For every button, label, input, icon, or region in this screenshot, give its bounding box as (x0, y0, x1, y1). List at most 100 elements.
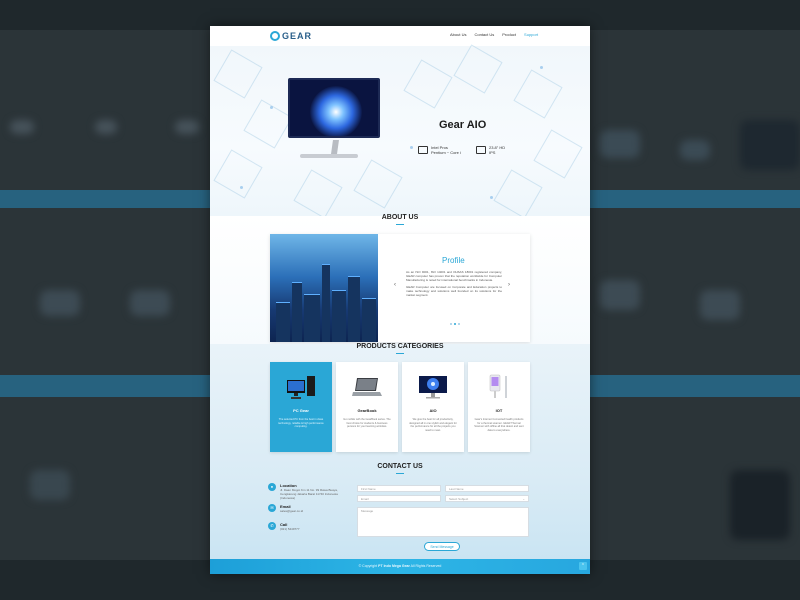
products-underline (396, 353, 404, 354)
desktop-pc-icon (287, 376, 315, 399)
first-name-field[interactable]: First Name (357, 485, 441, 492)
profile-paragraph-1: As an ISO 9001, ISO 14001 and OHSAS 1800… (406, 270, 502, 282)
dot-decoration (240, 186, 243, 189)
contact-value[interactable]: (021) 5449777 (280, 527, 344, 531)
copyright-suffix: All Rights Reserved (410, 564, 442, 568)
location-icon: ● (268, 483, 276, 491)
contact-location: ● Location Jl. Daan Mogot Km 11 No. 99 R… (268, 483, 344, 500)
contact-email: ✉ Email sales@gear.co.id (268, 504, 344, 513)
monitor-icon (476, 146, 486, 154)
spec-display: 23.8" HD IPS (476, 145, 505, 155)
monitor-base (300, 154, 358, 158)
subject-select-value: Select Subject (449, 497, 469, 501)
nav-item-support[interactable]: Support (524, 32, 538, 37)
screen-glow (310, 86, 362, 136)
profile-paragraph-2: GEAR Computer are focused on Corporate a… (406, 285, 502, 297)
monitor-stand (331, 140, 339, 154)
building (348, 276, 360, 342)
nav-item-contact[interactable]: Contact Us (474, 32, 494, 37)
contact-value: Jl. Daan Mogot Km 11 No. 99 Rawa Buaya, … (280, 488, 338, 500)
hexagon-decoration (513, 69, 563, 119)
product-desc: The selected PC from the best in class t… (278, 418, 324, 429)
profile-card: ‹ › Profile As an ISO 9001, ISO 14001 an… (270, 234, 530, 342)
logo-text: GEAR (282, 31, 313, 41)
dot-decoration (270, 106, 273, 109)
product-name: AIO (429, 408, 437, 413)
profile-text: As an ISO 9001, ISO 14001 and OHSAS 1800… (406, 270, 502, 297)
logo[interactable]: GEAR (270, 31, 312, 41)
building (332, 290, 346, 342)
product-name: GearBook (357, 408, 377, 413)
phone-icon: ✆ (268, 522, 276, 530)
hexagon-decoration (493, 169, 543, 219)
top-nav: GEAR About Us Contact Us Product Support (210, 26, 590, 46)
message-textarea[interactable]: Message (357, 507, 529, 537)
building (276, 302, 290, 342)
hexagon-decoration (293, 169, 343, 219)
profile-dots (450, 323, 460, 325)
aio-monitor-image (288, 78, 380, 138)
contact-value[interactable]: sales@gear.co.id (280, 509, 344, 513)
dot-decoration (540, 66, 543, 69)
dot-decoration (490, 196, 493, 199)
contact-heading: CONTACT US (377, 463, 423, 470)
product-card-gearbook[interactable]: GearBook Go mobile with the GearBook ser… (336, 362, 398, 452)
hexagon-decoration (213, 49, 263, 99)
product-card-iot[interactable]: IOT Gear's Internet Connected health pro… (468, 362, 530, 452)
spec-cpu: Intel Pros Pentium ~ Core i (418, 145, 461, 155)
products-section (210, 344, 590, 574)
website-page: GEAR About Us Contact Us Product Support… (210, 26, 590, 574)
product-desc: Go mobile with the GearBook series. The … (343, 418, 391, 429)
email-field[interactable]: Email (357, 495, 441, 502)
footer: © Copyright PT Indo Mega Gear All Rights… (210, 559, 590, 574)
about-heading: ABOUT US (381, 214, 419, 221)
city-image (270, 234, 378, 342)
hexagon-decoration (533, 129, 583, 179)
send-message-button[interactable]: Send Message (424, 542, 460, 551)
hero-title: Gear AIO (439, 119, 487, 131)
prev-arrow-icon[interactable]: ‹ (394, 282, 396, 288)
cpu-icon (418, 146, 428, 154)
hexagon-decoration (453, 44, 503, 94)
last-name-field[interactable]: Last Name (445, 485, 529, 492)
nav-item-product[interactable]: Product (502, 32, 516, 37)
hexagon-decoration (213, 149, 263, 199)
product-name: PC Gear (293, 408, 309, 413)
hexagon-decoration (353, 159, 403, 209)
building (304, 294, 320, 342)
building (292, 282, 302, 342)
contact-underline (396, 473, 404, 474)
back-to-top-icon[interactable]: ⌃ (579, 562, 587, 570)
laptop-icon (352, 378, 382, 396)
nav-links: About Us Contact Us Product Support (450, 32, 538, 37)
product-name: IOT (495, 408, 503, 413)
spec-cpu-line2: Pentium ~ Core i (431, 150, 461, 155)
contact-phone: ✆ Call (021) 5449777 (268, 522, 344, 531)
logo-mark-icon (270, 31, 280, 41)
next-arrow-icon[interactable]: › (508, 282, 510, 288)
nav-item-about[interactable]: About Us (450, 32, 466, 37)
profile-title: Profile (442, 256, 465, 265)
aio-monitor-icon (419, 376, 447, 399)
building (322, 264, 330, 342)
copyright-company: PT Indo Mega Gear (378, 564, 410, 568)
building (362, 298, 376, 342)
subject-select[interactable]: Select Subject ⌄ (445, 495, 529, 502)
copyright-text: © Copyright PT Indo Mega Gear All Rights… (210, 564, 590, 568)
profile-dot[interactable] (454, 323, 456, 325)
about-underline (396, 224, 404, 225)
chevron-down-icon: ⌄ (522, 497, 525, 501)
product-desc: Gear's Internet Connected health product… (474, 418, 524, 432)
hexagon-decoration (243, 99, 293, 149)
product-card-aio[interactable]: AIO We give the best for all productivit… (402, 362, 464, 452)
profile-dot[interactable] (450, 323, 452, 325)
profile-dot[interactable] (458, 323, 460, 325)
products-heading: PRODUCTS CATEGORIES (356, 343, 444, 350)
hexagon-decoration (403, 59, 453, 109)
product-card-pc-gear[interactable]: PC Gear The selected PC from the best in… (270, 362, 332, 452)
email-icon: ✉ (268, 504, 276, 512)
copyright-prefix: © Copyright (358, 564, 378, 568)
hero-banner: Gear AIO Intel Pros Pentium ~ Core i 23.… (210, 44, 590, 227)
product-desc: We give the best for all productivity, d… (409, 418, 457, 432)
thermal-scanner-icon (489, 374, 507, 398)
